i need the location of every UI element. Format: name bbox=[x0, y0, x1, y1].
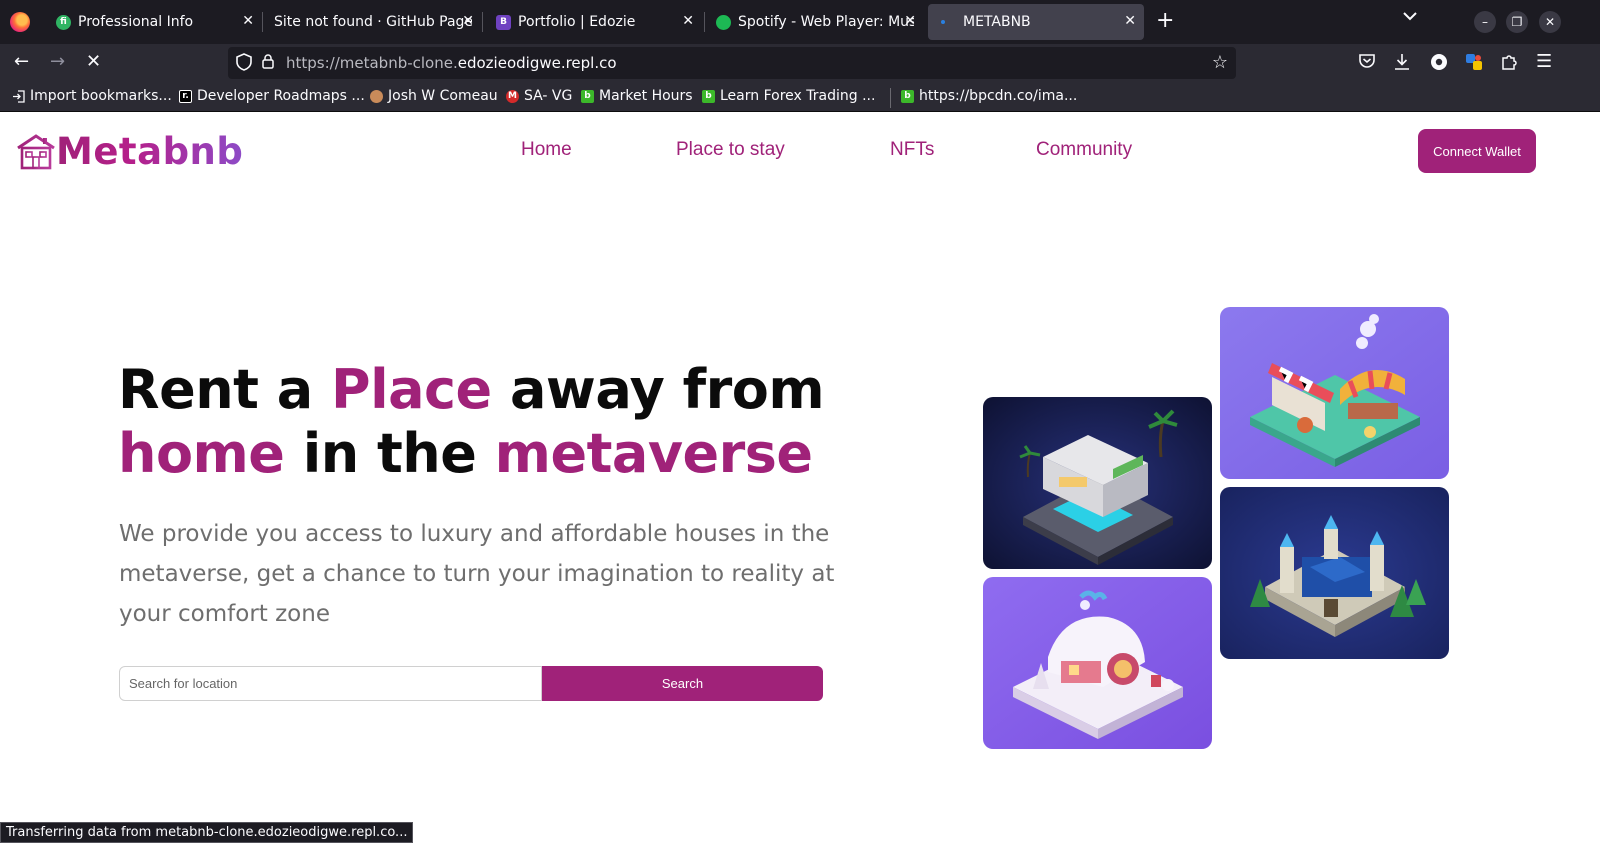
tab-title: Professional Info bbox=[78, 14, 194, 30]
hero-text: in the bbox=[284, 422, 495, 485]
tab-title: Spotify - Web Player: Music bbox=[738, 14, 914, 30]
import-icon bbox=[12, 89, 25, 103]
navigation-toolbar: ← → ✕ https://metabnb-clone.edozieodigwe… bbox=[0, 44, 1600, 82]
restore-icon[interactable]: ❐ bbox=[1506, 11, 1528, 33]
metabnb-page: Metabnb Home Place to stay NFTs Communit… bbox=[0, 112, 1600, 860]
professional-info-favicon-icon: fi bbox=[56, 14, 71, 30]
b-icon: b bbox=[901, 89, 914, 103]
brand-name: Metabnb bbox=[56, 130, 244, 173]
bookmark-label: SA- VG bbox=[524, 88, 573, 104]
tab-github-pages[interactable]: Site not found · GitHub Pages ✕ bbox=[264, 4, 482, 40]
b-icon: b bbox=[581, 89, 594, 103]
bookmark-separator bbox=[890, 88, 891, 108]
tab-spotify[interactable]: Spotify - Web Player: Music ✕ bbox=[706, 4, 924, 40]
nft-card-modern-villa[interactable] bbox=[983, 397, 1212, 569]
bookmark-label: Market Hours bbox=[599, 88, 693, 104]
nft-card-market-stall[interactable] bbox=[1220, 307, 1449, 479]
nav-nfts[interactable]: NFTs bbox=[890, 139, 934, 161]
castle-illustration bbox=[1220, 487, 1449, 659]
new-tab-button[interactable]: + bbox=[1156, 9, 1174, 33]
nav-home[interactable]: Home bbox=[521, 139, 572, 161]
josh-avatar-icon bbox=[370, 89, 383, 103]
hero-heading: Rent a Place away from home in the metav… bbox=[118, 358, 878, 486]
b-icon: b bbox=[702, 89, 715, 103]
modern-villa-illustration bbox=[983, 397, 1212, 569]
pocket-icon[interactable] bbox=[1358, 53, 1376, 74]
roadmaps-icon: r. bbox=[179, 89, 192, 103]
tab-metabnb[interactable]: METABNB ✕ bbox=[928, 4, 1144, 40]
close-icon[interactable]: ✕ bbox=[1124, 13, 1136, 29]
address-bar[interactable]: https://metabnb-clone.edozieodigwe.repl.… bbox=[228, 47, 1236, 79]
bookmark-label: Import bookmarks... bbox=[30, 88, 172, 104]
metabnb-logo[interactable]: Metabnb bbox=[16, 130, 243, 173]
bookmark-label: Josh W Comeau bbox=[388, 88, 498, 104]
url-domain: edozieodigwe.repl.co bbox=[457, 54, 617, 72]
bookmark-market-hours[interactable]: b Market Hours bbox=[581, 88, 693, 104]
status-bar: Transferring data from metabnb-clone.edo… bbox=[0, 822, 414, 843]
bookmark-label: Developer Roadmaps ... bbox=[197, 88, 365, 104]
list-all-tabs-chevron-down-icon[interactable] bbox=[1402, 10, 1418, 26]
market-stall-illustration bbox=[1220, 307, 1449, 479]
back-arrow-icon[interactable]: ← bbox=[14, 52, 29, 72]
tab-title: Site not found · GitHub Pages bbox=[274, 14, 472, 30]
hero-accent-text: Place bbox=[331, 358, 492, 421]
minimize-icon[interactable]: – bbox=[1474, 11, 1496, 33]
nft-card-castle[interactable] bbox=[1220, 487, 1449, 659]
close-window-icon[interactable]: ✕ bbox=[1539, 11, 1561, 33]
bookmark-sa-vg[interactable]: M SA- VG bbox=[506, 88, 572, 104]
connect-wallet-button[interactable]: Connect Wallet bbox=[1418, 129, 1536, 173]
loading-icon bbox=[938, 15, 948, 30]
forward-arrow-icon[interactable]: → bbox=[50, 52, 65, 72]
url-text: https://metabnb-clone.edozieodigwe.repl.… bbox=[286, 54, 617, 72]
account-icon[interactable] bbox=[1430, 53, 1448, 76]
bookmark-bpcdn[interactable]: b https://bpcdn.co/ima... bbox=[901, 88, 1077, 104]
bookmark-star-icon[interactable]: ☆ bbox=[1212, 52, 1228, 73]
nav-community[interactable]: Community bbox=[1036, 139, 1132, 161]
tab-strip: fi Professional Info ✕ Site not found · … bbox=[0, 0, 1600, 44]
bookmarks-toolbar: Import bookmarks... r. Developer Roadmap… bbox=[0, 82, 1600, 112]
hamburger-menu-icon[interactable]: ☰ bbox=[1536, 52, 1552, 72]
tab-title: METABNB bbox=[963, 14, 1031, 30]
stop-loading-icon[interactable]: ✕ bbox=[86, 52, 101, 72]
close-icon[interactable]: ✕ bbox=[682, 13, 694, 29]
hero-text: Rent a bbox=[118, 358, 332, 421]
tab-divider bbox=[704, 12, 705, 32]
bookmark-label: https://bpcdn.co/ima... bbox=[919, 88, 1078, 104]
hero-text: away from bbox=[491, 358, 825, 421]
bookmark-josh-w-comeau[interactable]: Josh W Comeau bbox=[370, 88, 498, 104]
lock-icon[interactable] bbox=[262, 54, 274, 69]
bootstrap-icon: B bbox=[496, 14, 511, 30]
extension-colorful-icon[interactable] bbox=[1465, 53, 1483, 76]
extensions-puzzle-icon[interactable] bbox=[1500, 53, 1518, 76]
tracking-protection-shield-icon[interactable] bbox=[236, 53, 252, 75]
hero-accent-text: home bbox=[118, 422, 285, 485]
close-icon[interactable]: ✕ bbox=[462, 13, 474, 29]
bookmark-developer-roadmaps[interactable]: r. Developer Roadmaps ... bbox=[179, 88, 365, 104]
hero-accent-text: metaverse bbox=[494, 422, 813, 485]
tab-title: Portfolio | Edozie bbox=[518, 14, 636, 30]
search-button[interactable]: Search bbox=[542, 666, 823, 701]
close-icon[interactable]: ✕ bbox=[242, 13, 254, 29]
tab-professional-info[interactable]: fi Professional Info ✕ bbox=[46, 4, 262, 40]
close-icon[interactable]: ✕ bbox=[904, 13, 916, 29]
url-prefix: https://metabnb-clone. bbox=[286, 54, 458, 72]
tab-divider bbox=[482, 12, 483, 32]
winter-cottage-illustration bbox=[983, 577, 1212, 749]
bookmark-import[interactable]: Import bookmarks... bbox=[12, 88, 172, 104]
house-logo-icon bbox=[17, 133, 55, 169]
sa-vg-icon: M bbox=[506, 89, 519, 103]
spotify-icon bbox=[716, 14, 731, 30]
firefox-icon[interactable] bbox=[10, 12, 30, 32]
hero-subtitle: We provide you access to luxury and affo… bbox=[119, 521, 835, 627]
downloads-icon[interactable] bbox=[1394, 53, 1410, 76]
bookmark-label: Learn Forex Trading ... bbox=[720, 88, 876, 104]
bookmark-learn-forex[interactable]: b Learn Forex Trading ... bbox=[702, 88, 875, 104]
tab-divider bbox=[262, 12, 263, 32]
nft-card-winter-cottage[interactable] bbox=[983, 577, 1212, 749]
location-search-input[interactable] bbox=[119, 666, 542, 701]
tab-portfolio[interactable]: B Portfolio | Edozie ✕ bbox=[486, 4, 702, 40]
nav-place-to-stay[interactable]: Place to stay bbox=[676, 139, 785, 161]
